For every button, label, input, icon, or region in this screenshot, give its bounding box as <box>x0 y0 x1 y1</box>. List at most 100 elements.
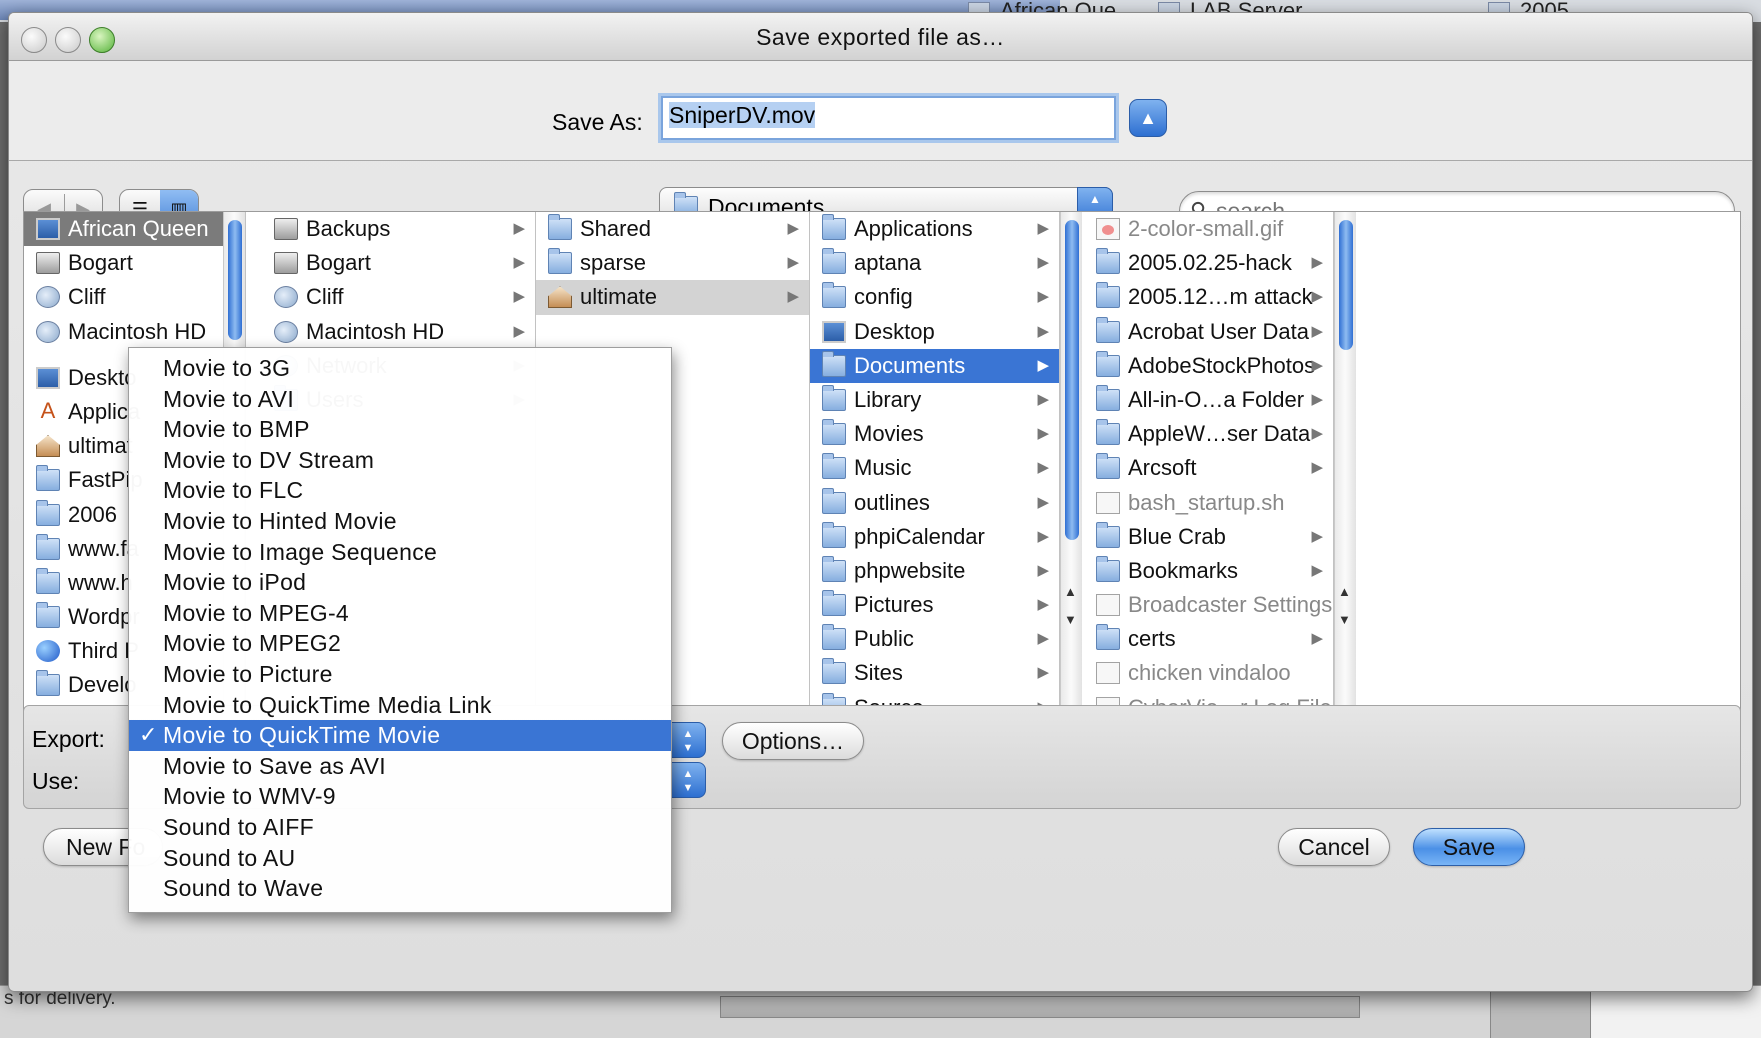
disclosure-arrow-icon: ▶ <box>1311 630 1323 648</box>
list-item[interactable]: config ▶ <box>810 280 1059 314</box>
list-item[interactable]: 2005.02.25-hack ▶ <box>1084 246 1333 280</box>
list-item[interactable]: phpiCalendar ▶ <box>810 520 1059 554</box>
list-item[interactable]: Sites ▶ <box>810 656 1059 690</box>
list-item[interactable]: Music ▶ <box>810 451 1059 485</box>
export-menu-item[interactable]: Movie to Hinted Movie <box>129 506 671 537</box>
sidebar-item[interactable]: Bogart <box>24 246 245 280</box>
column-4: 2-color-small.gif 2005.02.25-hack ▶ 2005.12… <box>1084 212 1334 738</box>
disclosure-arrow-icon: ▶ <box>1311 425 1323 443</box>
save-button[interactable]: Save <box>1413 828 1525 866</box>
list-item[interactable]: 2-color-small.gif <box>1084 212 1333 246</box>
background-panel <box>1490 986 1590 1038</box>
sidebar-item[interactable]: African Queen <box>24 212 245 247</box>
list-item[interactable]: sparse ▶ <box>536 246 809 280</box>
list-item[interactable]: Bogart ▶ <box>262 246 535 280</box>
column-4-scrollbar[interactable]: ▲ ▼ <box>1334 212 1356 738</box>
sidebar-item[interactable]: Macintosh HD <box>24 315 245 349</box>
options-button[interactable]: Options… <box>722 722 864 760</box>
column-3-list: Applications ▶ aptana ▶ config ▶ Desktop ▶ Docum… <box>810 212 1059 725</box>
item-label: Macintosh HD <box>306 318 445 344</box>
disclosure-arrow-icon: ▶ <box>1037 390 1049 408</box>
list-item[interactable]: Blue Crab ▶ <box>1084 520 1333 554</box>
column-3-scrollbar[interactable]: ▲ ▼ <box>1060 212 1082 738</box>
list-item[interactable]: Broadcaster Settings <box>1084 588 1333 622</box>
disclosure-arrow-icon: ▶ <box>1037 220 1049 237</box>
dialog-title: Save exported file as… <box>756 24 1005 50</box>
list-item[interactable]: Macintosh HD ▶ <box>262 315 535 349</box>
export-menu-item[interactable]: Sound to AU <box>129 843 671 874</box>
net-icon <box>36 286 60 309</box>
list-item[interactable]: phpwebsite ▶ <box>810 554 1059 588</box>
disclosure-arrow-icon: ▶ <box>1037 356 1049 374</box>
export-menu-item[interactable]: Sound to Wave <box>129 873 671 904</box>
item-label: Movies <box>854 421 924 447</box>
scroll-down-icon[interactable]: ▼ <box>1064 612 1077 627</box>
scroll-down-icon[interactable]: ▼ <box>1338 612 1351 627</box>
list-item[interactable]: Pictures ▶ <box>810 588 1059 622</box>
doc-icon <box>1096 662 1120 685</box>
list-item[interactable]: Library ▶ <box>810 383 1059 417</box>
list-item[interactable]: Documents ▶ <box>810 348 1059 383</box>
item-label: 2-color-small.gif <box>1128 216 1284 241</box>
export-menu-item[interactable]: Movie to FLC <box>129 475 671 506</box>
list-item[interactable]: Backups ▶ <box>262 212 535 246</box>
column-3: Applications ▶ aptana ▶ config ▶ Desktop ▶ Docum… <box>810 212 1060 738</box>
collapse-dialog-button[interactable]: ▲ <box>1129 99 1167 137</box>
list-item[interactable]: Acrobat User Data ▶ <box>1084 315 1333 349</box>
disclosure-arrow-icon: ▶ <box>1037 561 1049 579</box>
globe-icon <box>36 640 60 663</box>
scroll-thumb[interactable] <box>1065 220 1079 540</box>
export-menu-item[interactable]: Movie to Picture <box>129 659 671 690</box>
export-menu-item[interactable]: Movie to AVI <box>129 384 671 415</box>
list-item[interactable]: Cliff ▶ <box>262 280 535 314</box>
scroll-up-icon[interactable]: ▲ <box>1338 584 1351 599</box>
export-menu-item[interactable]: Sound to AIFF <box>129 812 671 843</box>
disk-icon <box>274 218 298 240</box>
export-menu-item[interactable]: Movie to MPEG-4 <box>129 598 671 629</box>
cancel-button[interactable]: Cancel <box>1278 828 1390 866</box>
list-item[interactable]: All-in-O…a Folder ▶ <box>1084 383 1333 417</box>
list-item[interactable]: bash_startup.sh <box>1084 486 1333 520</box>
list-item[interactable]: Shared ▶ <box>536 212 809 246</box>
list-item[interactable]: Desktop ▶ <box>810 315 1059 349</box>
list-item[interactable]: Bookmarks ▶ <box>1084 554 1333 588</box>
list-item[interactable]: 2005.12…m attack ▶ <box>1084 280 1333 314</box>
disclosure-arrow-icon: ▶ <box>1037 664 1049 682</box>
sidebar-item[interactable]: Cliff <box>24 280 245 314</box>
export-menu-item[interactable]: Movie to WMV-9 <box>129 781 671 812</box>
scroll-up-icon[interactable]: ▲ <box>1064 584 1077 599</box>
list-item[interactable]: aptana ▶ <box>810 246 1059 280</box>
export-menu-item[interactable]: Movie to MPEG2 <box>129 628 671 659</box>
scroll-thumb[interactable] <box>228 220 242 340</box>
list-item[interactable]: Applications ▶ <box>810 212 1059 246</box>
list-item[interactable]: certs ▶ <box>1084 622 1333 656</box>
export-menu-item[interactable]: Movie to QuickTime Media Link <box>129 690 671 721</box>
export-menu-item[interactable]: Movie to 3G <box>129 353 671 384</box>
export-menu-item[interactable]: ✓ Movie to QuickTime Movie <box>129 720 671 751</box>
use-popup-arrows-icon[interactable]: ▲ ▼ <box>670 762 706 798</box>
disclosure-arrow-icon: ▶ <box>1311 288 1323 306</box>
export-menu-item[interactable]: Movie to Save as AVI <box>129 751 671 782</box>
list-item[interactable]: ultimate ▶ <box>536 280 809 315</box>
list-item[interactable]: AppleW…ser Data ▶ <box>1084 417 1333 451</box>
export-menu-item[interactable]: Movie to BMP <box>129 414 671 445</box>
scroll-thumb[interactable] <box>1339 220 1353 350</box>
list-item[interactable]: Arcsoft ▶ <box>1084 451 1333 485</box>
list-item[interactable]: AdobeStockPhotos ▶ <box>1084 349 1333 383</box>
list-item[interactable]: outlines ▶ <box>810 486 1059 520</box>
filename-input[interactable]: SniperDV.mov <box>661 96 1116 140</box>
list-item[interactable]: chicken vindaloo <box>1084 656 1333 690</box>
export-menu-item[interactable]: Movie to DV Stream <box>129 445 671 476</box>
item-label: ultimate <box>580 284 658 310</box>
folder-icon <box>822 658 846 685</box>
list-item[interactable]: Movies ▶ <box>810 417 1059 451</box>
item-label: Shared <box>580 216 651 241</box>
export-menu-item[interactable]: Movie to Image Sequence <box>129 537 671 568</box>
list-item[interactable]: Public ▶ <box>810 622 1059 656</box>
item-label: African Queen <box>68 216 209 241</box>
export-popup-arrows-icon[interactable]: ▲ ▼ <box>670 722 706 758</box>
export-menu-item-label: Movie to QuickTime Movie <box>163 722 441 749</box>
disclosure-arrow-icon: ▶ <box>787 288 799 306</box>
export-menu-item[interactable]: Movie to iPod <box>129 567 671 598</box>
folder-icon <box>1096 453 1120 480</box>
